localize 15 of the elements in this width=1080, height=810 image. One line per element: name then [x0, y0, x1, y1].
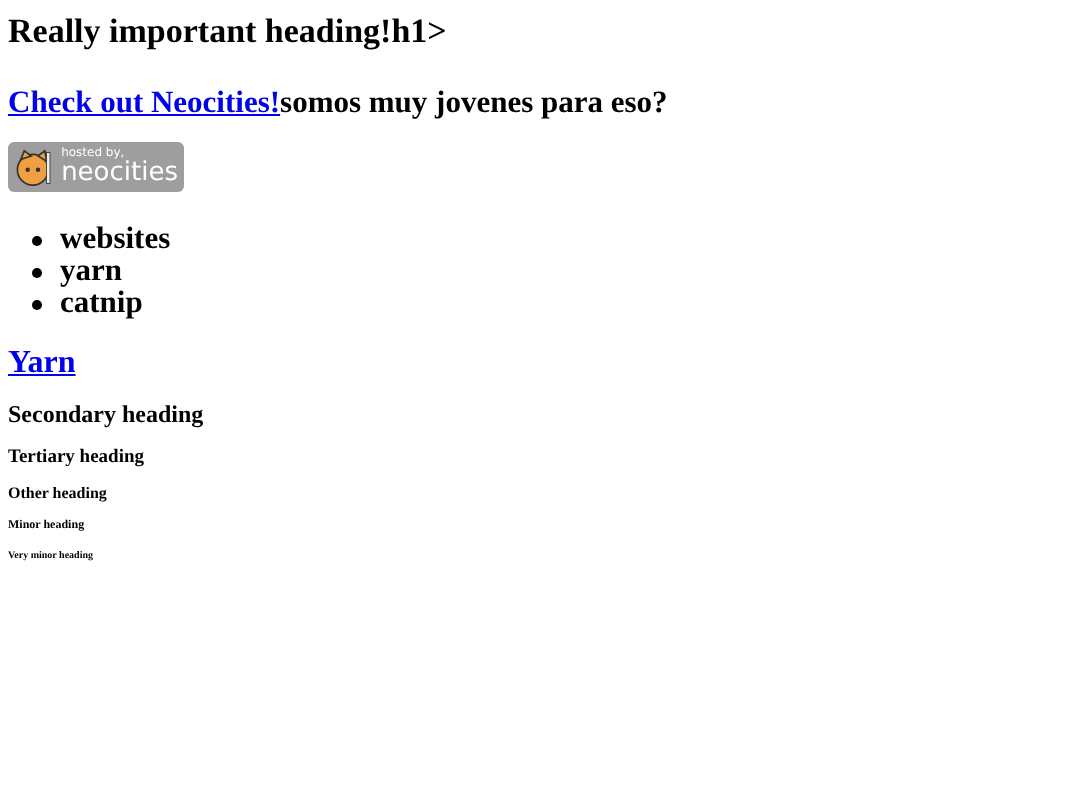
- list-item: websites: [60, 224, 171, 257]
- bullet-icon: [32, 267, 42, 278]
- page-heading: Really important heading!h1>: [8, 12, 449, 52]
- heading: Tertiary heading: [8, 447, 146, 469]
- bullet-icon: [32, 235, 42, 246]
- bullet-icon: [32, 299, 42, 310]
- link[interactable]: Yarn: [8, 346, 76, 384]
- badge-title: neocities: [61, 160, 178, 187]
- cat-icon: [14, 145, 56, 190]
- heading: Other heading: [8, 484, 109, 504]
- intro-text: somos muy jovenes para eso?: [280, 85, 668, 121]
- heading: Secondary heading: [8, 401, 206, 430]
- list-item: catnip: [60, 288, 143, 321]
- link[interactable]: Check out Neocities!: [8, 85, 281, 121]
- list-item: yarn: [60, 256, 122, 289]
